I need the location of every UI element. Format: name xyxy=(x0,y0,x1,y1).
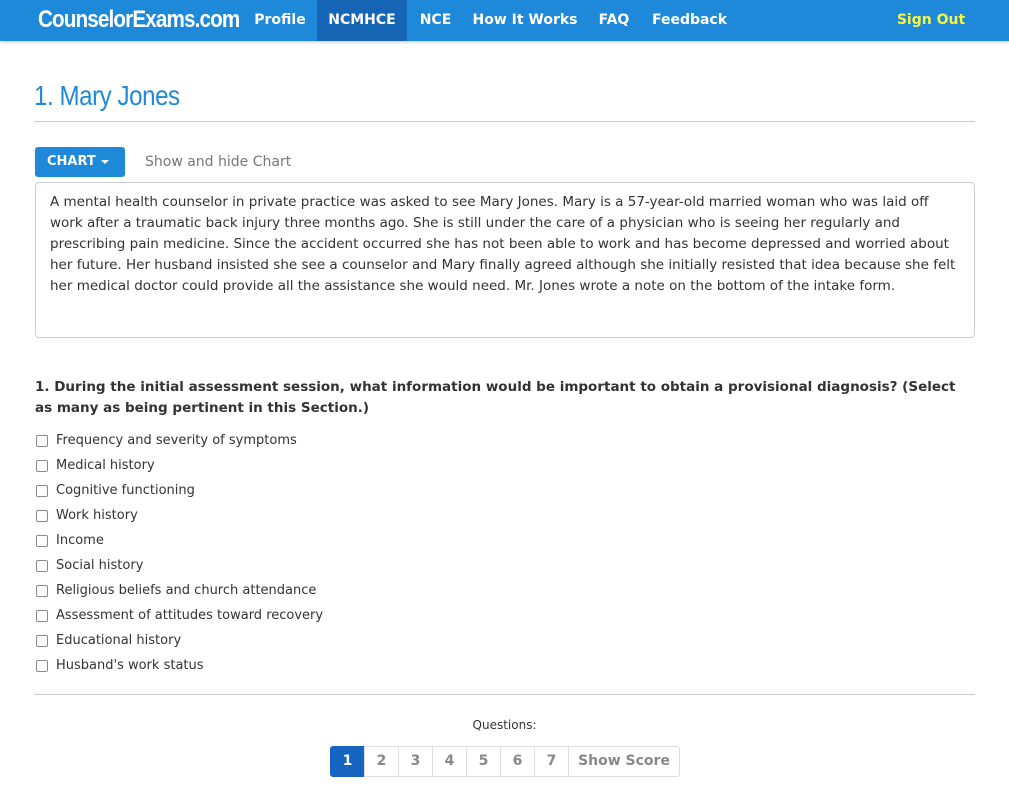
page-button-4[interactable]: 4 xyxy=(432,746,467,777)
option-label: Educational history xyxy=(56,633,182,648)
page-button-1[interactable]: 1 xyxy=(330,746,365,777)
option-checkbox[interactable] xyxy=(36,534,48,547)
chart-dropdown-button[interactable]: CHART xyxy=(35,147,125,177)
option-checkbox[interactable] xyxy=(36,509,48,522)
page-button-7[interactable]: 7 xyxy=(534,746,569,777)
option-label: Medical history xyxy=(56,458,155,473)
option-checkbox[interactable] xyxy=(36,484,48,497)
nav-item-how-it-works[interactable]: How It Works xyxy=(466,0,584,41)
question-pagination: 1 2 3 4 5 6 7 Show Score xyxy=(330,746,680,777)
option-item[interactable]: Husband's work status xyxy=(35,653,635,678)
nav-item-ncmhce[interactable]: NCMHCE xyxy=(317,0,407,41)
option-label: Work history xyxy=(56,508,138,523)
page-button-6[interactable]: 6 xyxy=(500,746,535,777)
option-label: Social history xyxy=(56,558,144,573)
option-item[interactable]: Educational history xyxy=(35,628,635,653)
option-label: Religious beliefs and church attendance xyxy=(56,583,317,598)
option-checkbox[interactable] xyxy=(36,434,48,447)
option-label: Cognitive functioning xyxy=(56,483,195,498)
questions-label: Questions: xyxy=(472,718,537,732)
option-label: Assessment of attitudes toward recovery xyxy=(56,608,324,623)
option-checkbox[interactable] xyxy=(36,609,48,622)
option-checkbox[interactable] xyxy=(36,559,48,572)
option-item[interactable]: Cognitive functioning xyxy=(35,478,635,503)
scenario-text: A mental health counselor in private pra… xyxy=(50,194,956,294)
option-label: Income xyxy=(56,533,104,548)
show-score-button[interactable]: Show Score xyxy=(568,746,680,777)
option-item[interactable]: Medical history xyxy=(35,453,635,478)
option-item[interactable]: Assessment of attitudes toward recovery xyxy=(35,603,635,628)
brand-logo[interactable]: CounselorExams.com xyxy=(38,3,240,37)
option-checkbox[interactable] xyxy=(36,659,48,672)
title-divider xyxy=(34,121,975,122)
chart-hint-text: Show and hide Chart xyxy=(145,154,292,170)
option-checkbox[interactable] xyxy=(36,634,48,647)
option-item[interactable]: Religious beliefs and church attendance xyxy=(35,578,635,603)
option-label: Husband's work status xyxy=(56,658,204,673)
chart-button-label: CHART xyxy=(47,154,96,169)
page-title: 1. Mary Jones xyxy=(34,80,180,111)
option-checkbox[interactable] xyxy=(36,584,48,597)
nav-item-nce[interactable]: NCE xyxy=(407,0,464,41)
question-text: 1. During the initial assessment session… xyxy=(35,379,956,416)
option-item[interactable]: Income xyxy=(35,528,635,553)
page-button-2[interactable]: 2 xyxy=(364,746,399,777)
nav-item-feedback[interactable]: Feedback xyxy=(643,0,736,41)
nav-item-profile[interactable]: Profile xyxy=(244,0,316,41)
page-button-5[interactable]: 5 xyxy=(466,746,501,777)
sign-out-link[interactable]: Sign Out xyxy=(888,0,974,41)
caret-down-icon xyxy=(100,159,109,164)
option-checkbox[interactable] xyxy=(36,459,48,472)
option-item[interactable]: Frequency and severity of symptoms xyxy=(35,428,635,453)
nav-item-faq[interactable]: FAQ xyxy=(586,0,642,41)
scenario-panel: A mental health counselor in private pra… xyxy=(35,182,975,338)
option-item[interactable]: Social history xyxy=(35,553,635,578)
top-navbar: CounselorExams.com Profile NCMHCE NCE Ho… xyxy=(0,0,1009,41)
option-item[interactable]: Work history xyxy=(35,503,635,528)
question-divider xyxy=(34,694,975,695)
page-button-3[interactable]: 3 xyxy=(398,746,433,777)
option-label: Frequency and severity of symptoms xyxy=(56,433,297,448)
answer-options-list: Frequency and severity of symptoms Medic… xyxy=(35,428,635,678)
